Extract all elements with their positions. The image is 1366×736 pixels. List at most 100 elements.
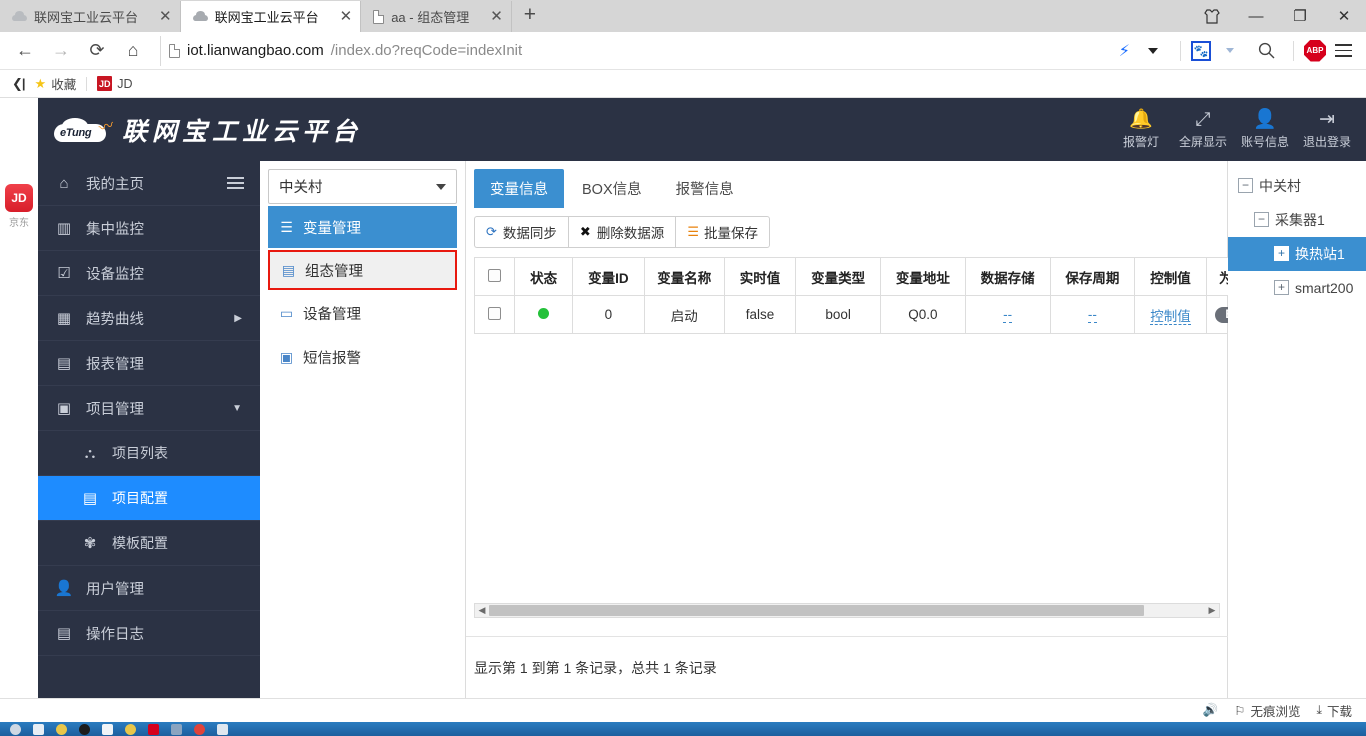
logout-button[interactable]: ⇥ 退出登录 — [1296, 109, 1358, 150]
window-close-button[interactable]: ✕ — [1322, 0, 1366, 32]
windows-taskbar[interactable] — [0, 722, 1366, 736]
new-tab-button[interactable]: + — [512, 1, 548, 32]
row-select-cell[interactable] — [473, 295, 516, 334]
bookmark-favorites[interactable]: ★ 收藏 — [35, 74, 77, 93]
account-info-button[interactable]: 👤 账号信息 — [1234, 109, 1296, 150]
select-all-checkbox[interactable] — [488, 268, 502, 282]
hamburger-icon[interactable] — [227, 177, 244, 189]
table-row[interactable]: 0 启动 false bool Q0.0 -- -- 控制值 Empty – — [473, 295, 1354, 334]
list-icon: ☰ — [687, 224, 699, 239]
search-icon[interactable] — [1249, 36, 1283, 66]
taskbar-app-icon[interactable] — [148, 723, 159, 735]
cell-control-value[interactable]: 控制值 — [1134, 295, 1207, 334]
jd-dock-tile[interactable]: JD — [5, 184, 33, 212]
abp-icon[interactable]: ABP — [1304, 39, 1326, 62]
collapse-icon[interactable]: ❮| — [12, 76, 25, 92]
tree-node-heat-station-1[interactable]: + 换热站1 — [1228, 237, 1366, 271]
batch-save-button[interactable]: ☰ 批量保存 — [675, 216, 770, 248]
paw-icon[interactable]: 🐾 — [1191, 40, 1211, 61]
start-icon[interactable] — [10, 723, 21, 735]
tree-toggle-icon[interactable]: + — [1274, 246, 1289, 261]
menu-icon[interactable] — [1328, 36, 1358, 66]
col-data-storage: 数据存储 — [964, 257, 1051, 296]
sidebar-item-home[interactable]: ⌂ 我的主页 — [38, 161, 260, 206]
sidebar-item-trend-curve[interactable]: ▦ 趋势曲线 ▶ — [38, 296, 260, 341]
taskbar-app-icon[interactable] — [217, 723, 228, 735]
horizontal-scrollbar[interactable]: ◀ ▶ — [474, 603, 1220, 618]
panel-item-variable-management[interactable]: ☰ 变量管理 — [268, 206, 457, 248]
tree-toggle-icon[interactable]: + — [1274, 280, 1289, 295]
tab-alarm-info[interactable]: 报警信息 — [660, 169, 750, 208]
tree-node-zhongguancun[interactable]: − 中关村 — [1228, 169, 1366, 203]
cell-save-period[interactable]: -- — [1049, 295, 1136, 334]
shirt-icon[interactable] — [1190, 0, 1234, 32]
browser-tab-1[interactable]: 联网宝工业云平台 ✕ — [0, 1, 181, 32]
sidebar-item-project-list[interactable]: ⛬ 项目列表 — [38, 431, 260, 476]
sidebar-item-central-monitoring[interactable]: ▥ 集中监控 — [38, 206, 260, 251]
scroll-right-icon[interactable]: ▶ — [1205, 605, 1219, 616]
scrollbar-thumb[interactable] — [489, 605, 1144, 616]
taskbar-app-icon[interactable] — [56, 723, 67, 735]
sidebar-item-project-config[interactable]: ▤ 项目配置 — [38, 476, 260, 521]
browser-tab-3[interactable]: aa - 组态管理 ✕ — [361, 1, 512, 32]
forward-button[interactable]: → — [44, 36, 78, 66]
taskbar-app-icon[interactable] — [194, 723, 205, 735]
bolt-dropdown-icon[interactable] — [1136, 36, 1170, 66]
download-button[interactable]: ⤓ 下载 — [1316, 701, 1352, 720]
bookmark-label: 收藏 — [51, 78, 77, 92]
panel-item-sms-alarm[interactable]: ▣ 短信报警 — [268, 336, 457, 378]
fullscreen-button[interactable]: ⤢ 全屏显示 — [1172, 109, 1234, 150]
delete-datasource-button[interactable]: ✖ 删除数据源 — [567, 216, 676, 248]
taskbar-app-icon[interactable] — [33, 723, 44, 735]
panel-item-device-management[interactable]: ▭ 设备管理 — [268, 292, 457, 334]
address-bar[interactable]: iot.lianwangbao.com/index.do?reqCode=ind… — [160, 35, 1113, 66]
col-select-all[interactable] — [473, 257, 516, 296]
close-icon[interactable]: ✕ — [340, 9, 353, 24]
taskbar-app-icon[interactable] — [102, 723, 113, 735]
save-period-link[interactable]: -- — [1087, 307, 1097, 323]
reload-icon[interactable]: ⟳ — [80, 36, 114, 66]
alarm-lamp-button[interactable]: 🔔 报警灯 — [1110, 108, 1172, 150]
paw-dropdown-icon[interactable] — [1213, 36, 1247, 66]
taskbar-app-icon[interactable] — [125, 723, 136, 735]
cell-data-storage[interactable]: -- — [964, 295, 1051, 334]
panel-item-label: 设备管理 — [303, 306, 361, 323]
tree-node-collector-1[interactable]: − 采集器1 — [1228, 203, 1366, 237]
tree-toggle-icon[interactable]: − — [1254, 212, 1269, 227]
star-icon: ★ — [34, 75, 47, 91]
sidebar-item-user-management[interactable]: 👤 用户管理 — [38, 566, 260, 611]
content-toolbar: ⟳ 数据同步 ✖ 删除数据源 ☰ 批量保存 — [466, 208, 1227, 248]
panel-item-hmi-management[interactable]: ▤ 组态管理 — [268, 250, 457, 290]
bookmark-jd[interactable]: JD JD — [97, 76, 132, 91]
tree-node-smart200[interactable]: + smart200 — [1228, 271, 1366, 305]
brand[interactable]: eTung 〰 联网宝工业云平台 — [54, 112, 362, 148]
bolt-icon[interactable]: ⚡ — [1115, 41, 1134, 61]
browser-tab-2[interactable]: 联网宝工业云平台 ✕ — [180, 1, 362, 32]
sidebar-item-report-management[interactable]: ▤ 报表管理 — [38, 341, 260, 386]
sidebar-item-project-management[interactable]: ▣ 项目管理 ▼ — [38, 386, 260, 431]
tree-toggle-icon[interactable]: − — [1238, 178, 1253, 193]
control-value-link[interactable]: 控制值 — [1150, 308, 1191, 325]
incognito-button[interactable]: ⚐ 无痕浏览 — [1234, 701, 1300, 720]
data-sync-button[interactable]: ⟳ 数据同步 — [474, 216, 568, 248]
minimize-button[interactable]: — — [1234, 0, 1278, 32]
project-select[interactable]: 中关村 — [268, 169, 457, 204]
close-icon[interactable]: ✕ — [159, 9, 172, 24]
taskbar-app-icon[interactable] — [171, 723, 182, 735]
tab-box-info[interactable]: BOX信息 — [566, 169, 658, 208]
bell-icon: 🔔 — [1129, 108, 1153, 130]
speaker-button[interactable]: 🔊 — [1203, 703, 1219, 718]
data-storage-link[interactable]: -- — [1003, 307, 1013, 323]
sidebar-item-device-monitoring[interactable]: ☑ 设备监控 — [38, 251, 260, 296]
row-checkbox[interactable] — [488, 306, 502, 320]
taskbar-app-icon[interactable] — [79, 723, 90, 735]
back-button[interactable]: ← — [8, 36, 42, 66]
scroll-left-icon[interactable]: ◀ — [475, 605, 489, 616]
home-icon[interactable]: ⌂ — [116, 36, 150, 66]
sidebar-item-operation-log[interactable]: ▤ 操作日志 — [38, 611, 260, 656]
maximize-button[interactable]: ❐ — [1278, 0, 1322, 32]
sidebar-item-template-config[interactable]: ✾ 模板配置 — [38, 521, 260, 566]
tab-variable-info[interactable]: 变量信息 — [474, 169, 564, 208]
sms-icon: ▣ — [279, 348, 294, 365]
close-icon[interactable]: ✕ — [490, 9, 503, 24]
